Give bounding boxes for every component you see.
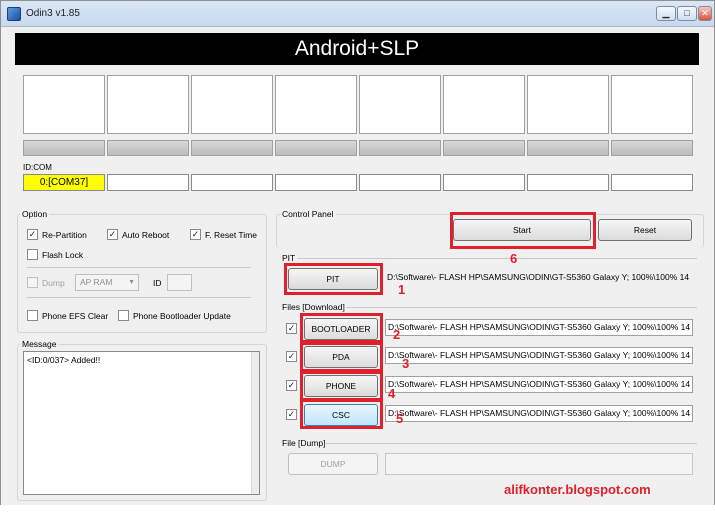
control-panel-label: Control Panel bbox=[280, 209, 336, 219]
step-4-marker: 4 bbox=[388, 386, 396, 401]
bootloader-file-path[interactable]: D:\Software\- FLASH HP\SAMSUNG\ODIN\GT-S… bbox=[385, 319, 693, 336]
start-highlight bbox=[450, 212, 596, 249]
checkbox-label: Dump bbox=[42, 277, 65, 288]
phone-highlight bbox=[300, 371, 383, 401]
checkbox-box[interactable] bbox=[27, 310, 38, 321]
message-line: <ID:0/037> Added!! bbox=[27, 355, 101, 365]
com-port-box bbox=[443, 174, 525, 191]
checkbox-box bbox=[27, 277, 38, 288]
title-bar[interactable]: Odin3 v1.85 ▁ □ ✕ bbox=[1, 1, 714, 27]
checkbox-box[interactable] bbox=[27, 249, 38, 260]
message-log[interactable]: <ID:0/037> Added!! bbox=[23, 351, 260, 495]
step-1-marker: 1 bbox=[398, 282, 406, 297]
pit-file-path: D:\Software\- FLASH HP\SAMSUNG\ODIN\GT-S… bbox=[387, 272, 690, 282]
slot-status-box bbox=[191, 75, 273, 134]
checkbox-label: Phone Bootloader Update bbox=[133, 310, 231, 321]
csc-file-path[interactable]: D:\Software\- FLASH HP\SAMSUNG\ODIN\GT-S… bbox=[385, 405, 693, 422]
checkbox-label: Phone EFS Clear bbox=[42, 310, 109, 321]
com-port-box bbox=[611, 174, 693, 191]
slot-status-box bbox=[527, 75, 609, 134]
pda-checkbox[interactable]: ✓ bbox=[286, 351, 297, 362]
chevron-down-icon: ▼ bbox=[128, 279, 135, 286]
dump-checkbox: Dump bbox=[27, 277, 65, 288]
dump-type-value: AP RAM bbox=[80, 277, 113, 287]
message-group-label: Message bbox=[20, 339, 59, 349]
checkbox-label: F. Reset Time bbox=[205, 229, 257, 240]
checkbox-box[interactable] bbox=[118, 310, 129, 321]
slot-status-box bbox=[107, 75, 189, 134]
pit-divider bbox=[297, 258, 697, 259]
bootloader-checkbox[interactable]: ✓ bbox=[286, 323, 297, 334]
slot-progress-bar bbox=[275, 140, 357, 156]
maximize-button[interactable]: □ bbox=[677, 6, 697, 21]
slot-progress-bar bbox=[359, 140, 441, 156]
step-5-marker: 5 bbox=[396, 411, 404, 426]
checkbox-box[interactable]: ✓ bbox=[107, 229, 118, 240]
pda-file-path[interactable]: D:\Software\- FLASH HP\SAMSUNG\ODIN\GT-S… bbox=[385, 347, 693, 364]
csc-highlight bbox=[300, 399, 383, 429]
slot-status-box bbox=[359, 75, 441, 134]
slot-status-box bbox=[23, 75, 105, 134]
com-port-box bbox=[107, 174, 189, 191]
watermark-text: alifkonter.blogspot.com bbox=[504, 482, 651, 497]
slot-progress-bar bbox=[443, 140, 525, 156]
option-group-label: Option bbox=[20, 209, 50, 219]
idcom-label: ID:COM bbox=[23, 163, 52, 172]
files-divider bbox=[346, 307, 697, 308]
bootloader-highlight bbox=[300, 313, 383, 343]
checkbox-label: Flash Lock bbox=[42, 249, 84, 260]
slot-progress-bar bbox=[527, 140, 609, 156]
id-input bbox=[167, 274, 192, 291]
slot-progress-bar bbox=[611, 140, 693, 156]
phone-file-path[interactable]: D:\Software\- FLASH HP\SAMSUNG\ODIN\GT-S… bbox=[385, 376, 693, 393]
phone-checkbox[interactable]: ✓ bbox=[286, 380, 297, 391]
odin-window: Odin3 v1.85 ▁ □ ✕ Android+SLP ID:COM 0:[… bbox=[0, 0, 715, 512]
checkbox-label: Re-Partition bbox=[42, 229, 87, 240]
id-label: ID bbox=[153, 278, 162, 288]
dump-divider bbox=[326, 443, 697, 444]
slot-progress-bar bbox=[107, 140, 189, 156]
window-title: Odin3 v1.85 bbox=[26, 8, 80, 19]
option-divider bbox=[27, 297, 251, 298]
reset-button[interactable]: Reset bbox=[598, 219, 692, 241]
option-divider bbox=[27, 267, 251, 268]
checkbox-label: Auto Reboot bbox=[122, 229, 170, 240]
footer-strip bbox=[0, 505, 715, 512]
re-partition-checkbox[interactable]: ✓ Re-Partition bbox=[27, 229, 87, 240]
slot-progress-bar bbox=[191, 140, 273, 156]
step-6-marker: 6 bbox=[510, 251, 518, 266]
com-port-box bbox=[275, 174, 357, 191]
step-2-marker: 2 bbox=[393, 327, 401, 342]
slot-status-box bbox=[443, 75, 525, 134]
message-scrollbar[interactable] bbox=[251, 352, 259, 494]
step-3-marker: 3 bbox=[402, 356, 410, 371]
dump-button: DUMP bbox=[288, 453, 378, 475]
pit-group-label: PIT bbox=[280, 253, 298, 263]
com-port-box bbox=[359, 174, 441, 191]
com-port-box bbox=[527, 174, 609, 191]
pda-highlight bbox=[300, 342, 383, 372]
mode-banner: Android+SLP bbox=[15, 33, 699, 65]
checkbox-box[interactable]: ✓ bbox=[190, 229, 201, 240]
f-reset-time-checkbox[interactable]: ✓ F. Reset Time bbox=[190, 229, 257, 240]
minimize-button[interactable]: ▁ bbox=[656, 6, 676, 21]
files-group-label: Files [Download] bbox=[280, 302, 347, 312]
pit-highlight bbox=[284, 263, 383, 295]
app-icon bbox=[7, 7, 21, 21]
checkbox-box[interactable]: ✓ bbox=[27, 229, 38, 240]
slot-progress-bar bbox=[23, 140, 105, 156]
phone-efs-clear-checkbox[interactable]: Phone EFS Clear bbox=[27, 310, 108, 321]
com-port-box: 0:[COM37] bbox=[23, 174, 105, 191]
dump-file-path bbox=[385, 453, 693, 475]
auto-reboot-checkbox[interactable]: ✓ Auto Reboot bbox=[107, 229, 169, 240]
phone-bootloader-update-checkbox[interactable]: Phone Bootloader Update bbox=[118, 310, 231, 321]
dump-group-label: File [Dump] bbox=[280, 438, 328, 448]
csc-checkbox[interactable]: ✓ bbox=[286, 409, 297, 420]
slot-status-box bbox=[275, 75, 357, 134]
flash-lock-checkbox[interactable]: Flash Lock bbox=[27, 249, 83, 260]
close-button[interactable]: ✕ bbox=[698, 6, 712, 21]
com-port-box bbox=[191, 174, 273, 191]
dump-type-select: AP RAM ▼ bbox=[75, 274, 139, 291]
slot-status-box bbox=[611, 75, 693, 134]
